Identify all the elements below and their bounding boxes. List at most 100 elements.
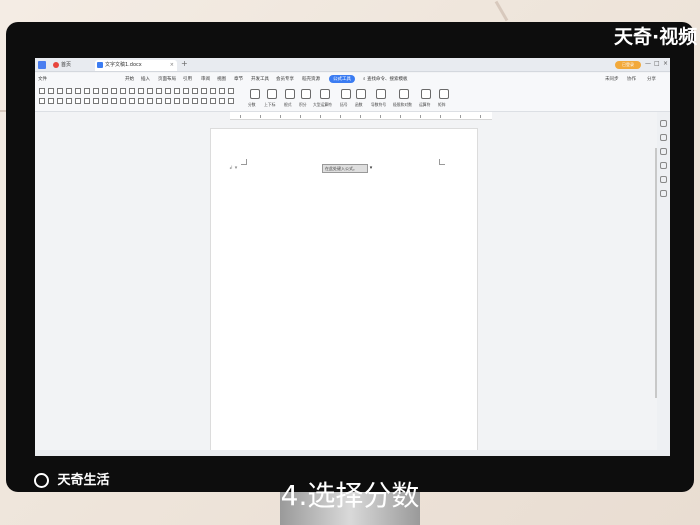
- symbol-cell[interactable]: [66, 98, 72, 104]
- menu-view[interactable]: 视图: [217, 76, 226, 82]
- menu-file[interactable]: 文件: [38, 76, 47, 82]
- symbol-cell[interactable]: [111, 98, 117, 104]
- menu-review[interactable]: 审阅: [201, 76, 210, 82]
- symbol-cell[interactable]: [183, 88, 189, 94]
- minimize-button[interactable]: —: [645, 60, 651, 67]
- tab-home[interactable]: 首页: [51, 60, 93, 71]
- menu-docer[interactable]: 稻壳资源: [302, 76, 320, 82]
- symbol-cell[interactable]: [201, 98, 207, 104]
- symbol-cell[interactable]: [147, 88, 153, 94]
- symbol-cell[interactable]: [156, 98, 162, 104]
- integral-button[interactable]: [299, 89, 313, 101]
- wireframe-panel-icon[interactable]: [660, 162, 667, 169]
- symbol-cell[interactable]: [93, 98, 99, 104]
- menu-section[interactable]: 章节: [234, 76, 243, 82]
- symbol-cell[interactable]: [93, 88, 99, 94]
- menu-insert[interactable]: 插入: [141, 76, 150, 82]
- symbol-cell[interactable]: [138, 88, 144, 94]
- share-button[interactable]: 分享: [647, 76, 656, 82]
- ruler-tick: [240, 115, 241, 118]
- paragraph-mark-icon[interactable]: ↲ ▾: [229, 165, 237, 171]
- symbol-cell[interactable]: [39, 88, 45, 94]
- symbol-cell[interactable]: [84, 88, 90, 94]
- symbol-cell[interactable]: [102, 98, 108, 104]
- symbol-cell[interactable]: [138, 98, 144, 104]
- menu-home[interactable]: 开始: [125, 76, 134, 82]
- ruler-tick: [440, 115, 441, 118]
- symbol-cell[interactable]: [120, 88, 126, 94]
- limit-log-button[interactable]: [397, 89, 411, 101]
- ruler-tick: [360, 115, 361, 118]
- symbol-cell[interactable]: [219, 88, 225, 94]
- help-panel-icon[interactable]: [660, 190, 667, 197]
- collaborate-button[interactable]: 协作: [627, 76, 636, 82]
- video-caption: 4.选择分数: [280, 479, 420, 512]
- symbol-cell[interactable]: [111, 88, 117, 94]
- close-window-button[interactable]: ×: [663, 60, 668, 67]
- symbol-cell[interactable]: [174, 88, 180, 94]
- symbol-cell[interactable]: [66, 88, 72, 94]
- symbol-cell[interactable]: [129, 88, 135, 94]
- user-account-button[interactable]: 已登录: [615, 61, 641, 69]
- symbol-cell[interactable]: [39, 98, 45, 104]
- operator-button[interactable]: [419, 89, 433, 101]
- symbol-cell[interactable]: [219, 98, 225, 104]
- symbol-cell[interactable]: [174, 98, 180, 104]
- menu-member[interactable]: 会员专享: [276, 76, 294, 82]
- function-button[interactable]: [354, 89, 368, 101]
- symbol-cell[interactable]: [120, 98, 126, 104]
- symbol-gallery[interactable]: [39, 88, 244, 108]
- tab-document[interactable]: 文字文稿1.docx ×: [95, 60, 177, 71]
- symbol-cell[interactable]: [183, 98, 189, 104]
- maximize-button[interactable]: □: [654, 60, 660, 67]
- symbol-cell[interactable]: [228, 88, 234, 94]
- symbol-cell[interactable]: [57, 88, 63, 94]
- symbol-cell[interactable]: [210, 88, 216, 94]
- symbol-cell[interactable]: [129, 98, 135, 104]
- symbol-cell[interactable]: [165, 98, 171, 104]
- style-panel-icon[interactable]: [660, 120, 667, 127]
- search-icon: ⌕: [363, 77, 366, 82]
- equation-input-field[interactable]: 在此处键入公式。: [322, 164, 368, 173]
- property-panel-icon[interactable]: [660, 148, 667, 155]
- radical-label: 根式: [284, 102, 292, 107]
- symbol-cell[interactable]: [57, 98, 63, 104]
- sync-status[interactable]: 未同步: [605, 76, 619, 82]
- symbol-cell[interactable]: [165, 88, 171, 94]
- desk-decoration: [494, 0, 509, 22]
- symbol-cell[interactable]: [192, 88, 198, 94]
- symbol-cell[interactable]: [156, 88, 162, 94]
- menu-layout[interactable]: 页面布局: [158, 76, 176, 82]
- symbol-cell[interactable]: [201, 88, 207, 94]
- symbol-cell[interactable]: [84, 98, 90, 104]
- horizontal-ruler[interactable]: [230, 112, 492, 120]
- backup-panel-icon[interactable]: [660, 176, 667, 183]
- app-menu-icon[interactable]: [38, 61, 46, 69]
- large-operator-button[interactable]: [318, 89, 332, 101]
- symbol-cell[interactable]: [228, 98, 234, 104]
- bracket-button[interactable]: [339, 89, 353, 101]
- document-icon: [97, 62, 103, 68]
- select-panel-icon[interactable]: [660, 134, 667, 141]
- symbol-cell[interactable]: [102, 88, 108, 94]
- matrix-button[interactable]: [437, 89, 451, 101]
- new-tab-button[interactable]: +: [181, 59, 188, 68]
- symbol-cell[interactable]: [48, 88, 54, 94]
- command-search[interactable]: ⌕ 查找命令、搜索模板: [363, 76, 407, 82]
- symbol-cell[interactable]: [192, 98, 198, 104]
- menu-equation-tools[interactable]: 公式工具: [329, 75, 355, 83]
- equation-options-icon[interactable]: ▾: [368, 164, 374, 173]
- symbol-cell[interactable]: [48, 98, 54, 104]
- symbol-cell[interactable]: [75, 98, 81, 104]
- script-button[interactable]: [265, 89, 279, 101]
- tab-close-icon[interactable]: ×: [170, 60, 174, 71]
- fraction-button[interactable]: [248, 89, 262, 101]
- symbol-cell[interactable]: [147, 98, 153, 104]
- document-page[interactable]: ↲ ▾ 在此处键入公式。 ▾: [210, 128, 478, 456]
- symbol-cell[interactable]: [75, 88, 81, 94]
- menu-developer[interactable]: 开发工具: [251, 76, 269, 82]
- accent-button[interactable]: [374, 89, 388, 101]
- radical-button[interactable]: [283, 89, 297, 101]
- menu-references[interactable]: 引用: [183, 76, 192, 82]
- symbol-cell[interactable]: [210, 98, 216, 104]
